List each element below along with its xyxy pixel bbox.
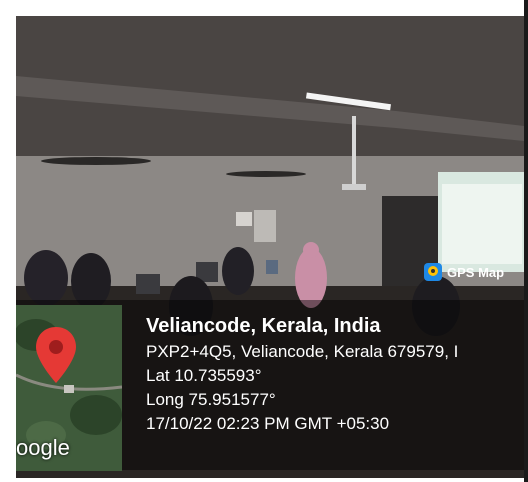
- student: [24, 250, 68, 306]
- gps-map-camera-icon: [424, 263, 442, 281]
- map-building: [64, 385, 74, 393]
- map-trees: [70, 395, 122, 435]
- switch-board: [236, 212, 252, 226]
- ceiling-fan-left: [41, 157, 151, 165]
- location-info: Veliancode, Kerala, India PXP2+4Q5, Veli…: [146, 314, 524, 436]
- electrical-box: [254, 210, 276, 242]
- timestamp: 17/10/22 02:23 PM GMT +05:30: [146, 414, 390, 433]
- monitor: [136, 274, 160, 294]
- teacher-head: [303, 242, 319, 258]
- projector-rod: [352, 116, 356, 186]
- place-name: Veliancode, Kerala, India: [146, 315, 381, 337]
- longitude: Long 75.951577°: [146, 390, 276, 409]
- projector: [342, 184, 366, 190]
- map-provider-label: oogle: [16, 435, 70, 460]
- ceiling-fan-center: [226, 171, 306, 177]
- gps-map-badge: GPS Map: [424, 262, 504, 282]
- frame-edge: [524, 0, 528, 482]
- gps-map-label: GPS Map: [447, 264, 505, 280]
- monitor: [266, 260, 278, 274]
- student: [222, 247, 254, 295]
- projected-spreadsheet: [442, 184, 522, 264]
- map-thumbnail: oogle: [16, 305, 122, 471]
- address-line: PXP2+4Q5, Veliancode, Kerala 679579, I: [146, 342, 459, 361]
- latitude: Lat 10.735593°: [146, 366, 262, 385]
